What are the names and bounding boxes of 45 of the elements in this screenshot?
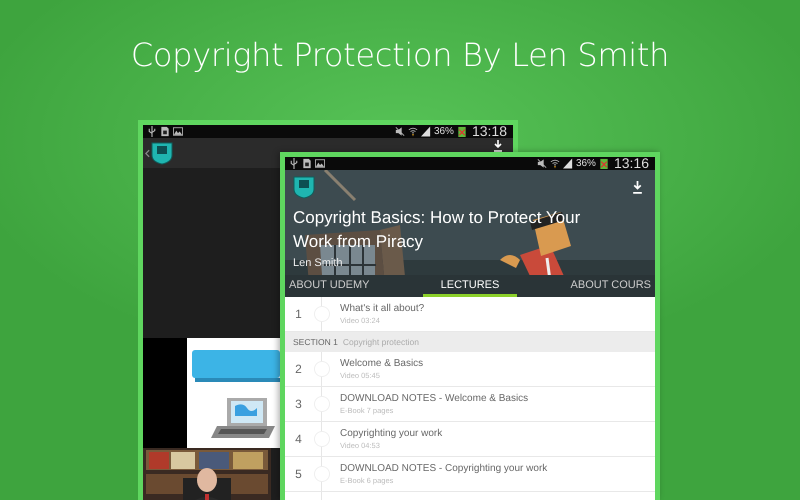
sim-card-icon [160, 126, 170, 137]
lecture-title: DOWNLOAD NOTES - Copyrighting your work [340, 463, 548, 474]
lecture-number: 3 [294, 397, 303, 411]
status-time: 13:18 [472, 125, 507, 138]
tab[interactable]: ABOUT UDEMY [285, 275, 374, 297]
section-title: Copyright protection [342, 337, 419, 347]
battery-percent: 36% [434, 126, 454, 137]
signal-icon [420, 126, 431, 137]
back-icon[interactable] [145, 148, 150, 158]
wifi-icon [550, 158, 560, 169]
battery-percent: 36% [576, 158, 596, 169]
wifi-icon [408, 126, 418, 137]
usb-icon [147, 126, 157, 137]
lecture-number: 1 [294, 307, 303, 321]
download-icon[interactable] [493, 140, 503, 152]
lecture-title: Welcome & Basics [340, 358, 424, 369]
usb-icon [289, 158, 299, 169]
mute-icon [536, 158, 547, 169]
signal-icon [562, 158, 573, 169]
timeline-circle [314, 306, 330, 322]
tab[interactable]: ABOUT COURS [566, 275, 655, 297]
lecture-title: Copyrighting your work [340, 428, 442, 439]
lecture-number: 2 [294, 362, 303, 376]
timeline-circle [314, 396, 330, 412]
lecture-title: DOWNLOAD NOTES - Welcome & Basics [340, 393, 528, 404]
download-icon[interactable] [632, 180, 643, 194]
battery-icon [598, 158, 609, 169]
sim-card-icon [302, 158, 312, 169]
image-icon [315, 158, 325, 169]
promo-title: Copyright Protection By Len Smith [130, 36, 670, 74]
timeline-circle [314, 466, 330, 482]
lecture-title: What's it all about? [340, 303, 424, 314]
mute-icon [394, 126, 405, 137]
image-icon [173, 126, 183, 137]
shield-logo-icon [293, 175, 315, 199]
author-name: Len Smith [292, 256, 344, 269]
status-time: 13:16 [614, 157, 649, 170]
timeline-circle [314, 431, 330, 447]
battery-icon [456, 126, 467, 137]
timeline-circle [314, 361, 330, 377]
shield-logo-icon [151, 141, 173, 165]
section-label: SECTION 1 [293, 337, 338, 347]
course-title: Copyright Basics: How to Protect Your Work from Piracy [292, 207, 582, 253]
lecture-number: 4 [294, 432, 303, 446]
lecture-number: 5 [294, 467, 303, 481]
